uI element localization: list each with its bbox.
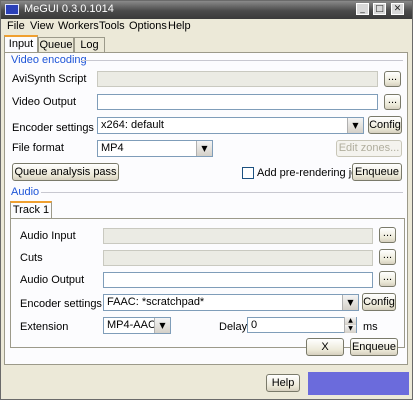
tab-input[interactable]: Input xyxy=(4,35,38,53)
extension-label: Extension xyxy=(20,321,69,333)
audio-input-field[interactable] xyxy=(103,228,373,244)
queue-analysis-pass-button[interactable]: Queue analysis pass xyxy=(12,163,119,181)
video-encoder-select[interactable]: x264: default ▼ xyxy=(97,117,364,134)
file-format-select[interactable]: MP4 ▼ xyxy=(97,140,213,157)
file-format-label: File format xyxy=(12,142,64,154)
menu-file[interactable]: File xyxy=(7,20,25,32)
cuts-label: Cuts xyxy=(20,252,43,264)
video-group-separator xyxy=(81,60,403,61)
maximize-button[interactable]: □ xyxy=(373,3,386,15)
window-title: MeGUI 0.3.0.1014 xyxy=(24,3,114,15)
main-tabs: Input Queue Log xyxy=(1,35,412,53)
clear-audio-button[interactable]: X xyxy=(306,338,344,356)
app-icon xyxy=(5,4,19,15)
audio-group-title: Audio xyxy=(11,186,40,198)
delay-label: Delay xyxy=(219,321,248,333)
avisynth-label: AviSynth Script xyxy=(12,73,87,85)
menu-view[interactable]: View xyxy=(30,20,54,32)
chevron-down-icon: ▼ xyxy=(342,295,358,310)
audio-output-field[interactable] xyxy=(103,272,373,288)
chevron-down-icon: ▼ xyxy=(347,118,363,133)
avisynth-field[interactable] xyxy=(97,71,378,87)
extension-select[interactable]: MP4-AAC ▼ xyxy=(103,317,171,334)
audio-encoder-label: Encoder settings xyxy=(20,298,102,310)
video-encoder-label: Encoder settings xyxy=(12,122,94,134)
audio-enqueue-button[interactable]: Enqueue xyxy=(350,338,398,356)
menu-tools[interactable]: Tools xyxy=(99,20,125,32)
tab-queue[interactable]: Queue xyxy=(38,37,74,52)
video-enqueue-button[interactable]: Enqueue xyxy=(352,163,402,181)
prerender-label: Add pre-rendering job xyxy=(257,167,364,179)
chevron-down-icon: ▼ xyxy=(196,141,212,156)
cuts-browse-button[interactable]: ... xyxy=(379,249,396,265)
audio-input-browse-button[interactable]: ... xyxy=(379,227,396,243)
video-config-button[interactable]: Config xyxy=(368,116,402,134)
file-format-value: MP4 xyxy=(101,142,124,154)
video-group-title: Video encoding xyxy=(11,54,87,66)
audio-output-browse-button[interactable]: ... xyxy=(379,271,396,287)
menu-bar: File View Workers Tools Options Help xyxy=(1,19,412,34)
video-output-field[interactable] xyxy=(97,94,378,110)
minimize-button[interactable]: _ xyxy=(356,3,369,15)
status-panel xyxy=(308,372,409,395)
tab-log[interactable]: Log xyxy=(74,37,105,52)
prerender-checkbox[interactable] xyxy=(242,167,254,179)
menu-workers[interactable]: Workers xyxy=(58,20,99,32)
chevron-down-icon: ▼ xyxy=(154,318,170,333)
extension-value: MP4-AAC xyxy=(107,319,156,331)
arrow-down-icon[interactable]: ▼ xyxy=(344,325,356,333)
close-button[interactable]: ✕ xyxy=(391,3,404,15)
audio-group-separator xyxy=(41,192,403,193)
menu-options[interactable]: Options xyxy=(129,20,167,32)
audio-output-label: Audio Output xyxy=(20,274,85,286)
video-encoder-value: x264: default xyxy=(101,119,164,131)
help-button[interactable]: Help xyxy=(266,374,300,392)
video-output-browse-button[interactable]: ... xyxy=(384,94,401,110)
video-output-label: Video Output xyxy=(12,96,77,108)
avisynth-browse-button[interactable]: ... xyxy=(384,71,401,87)
arrow-up-icon[interactable]: ▲ xyxy=(344,317,356,325)
title-bar[interactable]: MeGUI 0.3.0.1014 _ □ ✕ xyxy=(1,1,412,19)
audio-encoder-select[interactable]: FAAC: *scratchpad* ▼ xyxy=(103,294,359,311)
audio-encoder-value: FAAC: *scratchpad* xyxy=(107,296,205,308)
edit-zones-button[interactable]: Edit zones... xyxy=(336,140,402,157)
menu-help[interactable]: Help xyxy=(168,20,191,32)
delay-field[interactable]: 0 xyxy=(247,317,357,333)
main-window: MeGUI 0.3.0.1014 _ □ ✕ File View Workers… xyxy=(0,0,413,400)
tab-track-1[interactable]: Track 1 xyxy=(10,201,52,219)
audio-input-label: Audio Input xyxy=(20,230,76,242)
cuts-field[interactable] xyxy=(103,250,373,266)
audio-config-button[interactable]: Config xyxy=(362,293,396,311)
delay-unit: ms xyxy=(363,321,378,333)
